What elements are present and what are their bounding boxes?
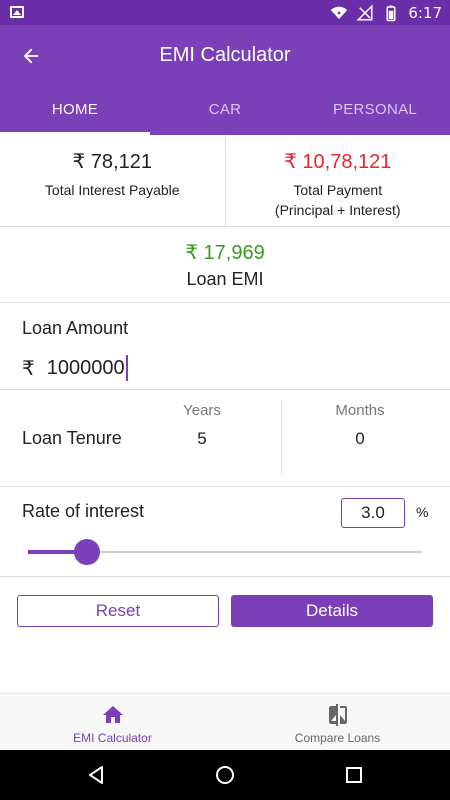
loan-amount-section: Loan Amount ₹ 1000000	[0, 303, 450, 390]
years-input[interactable]: 5	[152, 429, 252, 449]
total-payment-label: Total Payment (Principal + Interest)	[226, 180, 450, 220]
summary-panel: ₹ 78,121 Total Interest Payable ₹ 10,78,…	[0, 135, 450, 227]
months-header: Months	[335, 402, 385, 419]
total-interest-label: Total Interest Payable	[44, 182, 180, 198]
compare-icon	[328, 704, 347, 726]
tab-home[interactable]: HOME	[0, 87, 150, 135]
image-icon	[10, 6, 24, 18]
status-icons: 6:17	[330, 0, 442, 25]
bottom-navigation: EMI Calculator Compare Loans	[0, 693, 450, 750]
nav-emi-calculator-label: EMI Calculator	[73, 731, 152, 745]
interest-summary: ₹ 78,121 Total Interest Payable	[0, 135, 225, 226]
text-cursor	[125, 355, 128, 381]
nav-compare-loans[interactable]: Compare Loans	[225, 694, 450, 750]
loan-emi-amount: ₹ 17,969	[185, 242, 265, 264]
nav-emi-calculator[interactable]: EMI Calculator	[0, 694, 225, 750]
emi-panel: ₹ 17,969 Loan EMI	[0, 227, 450, 303]
years-header: Years	[183, 402, 221, 419]
loan-tenure-section: Loan Tenure Years 5 Months 0	[0, 390, 450, 487]
rate-input[interactable]: 3.0	[341, 498, 405, 528]
recents-square-icon[interactable]	[342, 763, 366, 787]
loan-amount-value: 1000000	[46, 356, 125, 379]
nav-compare-loans-label: Compare Loans	[294, 731, 381, 745]
app-bar: EMI Calculator	[0, 25, 450, 87]
signal-icon	[356, 3, 373, 20]
rate-section: Rate of interest 3.0 %	[0, 487, 450, 577]
status-bar: 6:17	[0, 0, 450, 25]
status-time: 6:17	[408, 3, 442, 22]
total-payment-amount: ₹ 10,78,121	[284, 151, 392, 173]
years-column: Years 5	[152, 402, 252, 449]
rate-slider[interactable]	[28, 539, 422, 565]
details-button[interactable]: Details	[231, 595, 433, 627]
months-column: Months 0	[310, 402, 410, 449]
currency-symbol: ₹	[22, 357, 35, 380]
loan-tenure-label: Loan Tenure	[22, 428, 122, 448]
wifi-icon	[331, 6, 348, 19]
system-navigation-bar	[0, 750, 450, 800]
loan-amount-label: Loan Amount	[22, 318, 129, 338]
tenure-divider	[281, 400, 282, 475]
home-circle-icon[interactable]	[213, 763, 237, 787]
total-payment-title: Total Payment	[293, 182, 383, 198]
back-triangle-icon[interactable]	[84, 763, 108, 787]
tab-personal[interactable]: PERSONAL	[300, 87, 450, 135]
payment-summary: ₹ 10,78,121 Total Payment (Principal + I…	[224, 135, 450, 226]
reset-button[interactable]: Reset	[17, 595, 219, 627]
page-title: EMI Calculator	[159, 44, 291, 66]
battery-icon	[386, 5, 396, 21]
tab-bar: HOME CAR PERSONAL	[0, 87, 450, 135]
total-interest-amount: ₹ 78,121	[72, 151, 152, 173]
loan-emi-label: Loan EMI	[186, 269, 264, 289]
tab-car[interactable]: CAR	[150, 87, 300, 135]
months-input[interactable]: 0	[310, 429, 410, 449]
total-payment-sublabel: (Principal + Interest)	[274, 202, 401, 218]
percent-unit: %	[416, 504, 429, 520]
loan-amount-input[interactable]: ₹ 1000000	[22, 355, 128, 381]
rate-label: Rate of interest	[22, 501, 145, 521]
slider-thumb[interactable]	[74, 539, 101, 565]
home-icon	[102, 706, 123, 723]
